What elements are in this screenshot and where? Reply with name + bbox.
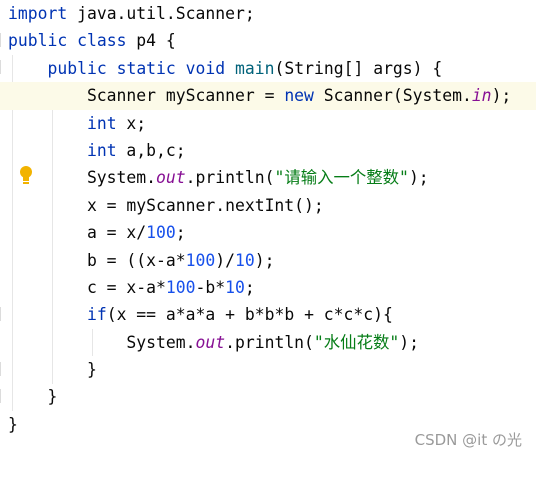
watermark: CSDN @it の光 — [414, 431, 522, 449]
string-token: "请输入一个整数" — [274, 168, 409, 188]
code-token: a = x/ — [8, 223, 147, 243]
string-token: "水仙花数" — [313, 332, 400, 352]
code-line-4[interactable]: Scanner myScanner = new Scanner(System.i… — [0, 82, 536, 185]
code-token: ); — [399, 332, 419, 352]
code-token: (String[] args) { — [274, 58, 443, 78]
code-token: p4 { — [126, 31, 176, 51]
number-token: 10 — [234, 250, 255, 270]
code-token: (x == a*a*a + b*b*b + c*c*c){ — [106, 305, 393, 325]
field-token: out — [156, 168, 186, 188]
code-line-11[interactable]: c = x-a*100-b*10; — [0, 274, 536, 301]
code-line-12[interactable]: if(x == a*a*a + b*b*b + c*c*c){ — [0, 301, 536, 328]
number-token: 10 — [225, 277, 245, 297]
number-token: 100 — [185, 250, 216, 270]
keyword-token: static — [116, 58, 176, 78]
keyword-token: import — [8, 4, 68, 23]
number-token: 100 — [165, 277, 196, 297]
code-line-5[interactable]: int x; — [0, 110, 536, 137]
code-token: Scanner(System. — [313, 86, 472, 106]
code-line-8[interactable]: x = myScanner.nextInt(); — [0, 192, 536, 219]
code-line-9[interactable]: a = x/100; — [0, 219, 536, 246]
code-token: ); — [254, 250, 275, 270]
field-token: in — [471, 86, 492, 106]
keyword-token: int — [86, 140, 117, 160]
keyword-token: class — [77, 31, 127, 51]
number-token: 100 — [146, 223, 176, 243]
code-line-15[interactable]: } — [0, 383, 536, 410]
code-line-1[interactable]: import java.util.Scanner; — [0, 0, 536, 27]
field-token: out — [195, 332, 226, 352]
method-token: main — [235, 58, 275, 78]
code-token: ); — [408, 168, 429, 188]
keyword-token: public — [8, 31, 68, 51]
code-token: x = myScanner.nextInt(); — [8, 195, 324, 215]
code-token: -b* — [195, 277, 226, 297]
code-token: } — [8, 387, 58, 407]
code-token: Scanner myScanner = — [8, 86, 285, 106]
code-token: a,b,c; — [116, 140, 186, 160]
code-token: java.util.Scanner; — [67, 4, 255, 23]
code-token: } — [8, 414, 18, 434]
code-line-6[interactable]: int a,b,c; — [0, 137, 536, 164]
code-lines: import java.util.Scanner; public class p… — [0, 0, 536, 438]
code-line-3[interactable]: public static void main(String[] args) { — [0, 55, 536, 82]
code-editor[interactable]: import java.util.Scanner; public class p… — [0, 0, 536, 459]
code-line-13[interactable]: System.out.println("水仙花数"); — [0, 329, 536, 356]
code-token: .println( — [185, 168, 275, 188]
keyword-token: if — [86, 305, 107, 325]
code-line-10[interactable]: b = ((x-a*100)/10); — [0, 247, 536, 274]
code-token: ; — [175, 223, 186, 243]
keyword-token: new — [284, 86, 314, 106]
code-token: } — [8, 360, 97, 380]
code-token: b = ((x-a* — [8, 250, 186, 270]
code-token: System. — [8, 168, 157, 188]
code-token: .println( — [225, 332, 314, 352]
code-token: x; — [116, 113, 147, 133]
keyword-token: public — [47, 58, 107, 78]
code-token: c = x-a* — [8, 277, 166, 297]
code-token: ); — [491, 86, 512, 106]
keyword-token: int — [86, 113, 117, 133]
keyword-token: void — [185, 58, 226, 78]
code-token: System. — [8, 332, 196, 352]
code-token: )/ — [215, 250, 235, 270]
code-line-7[interactable]: System.out.println("请输入一个整数"); — [0, 164, 536, 191]
code-token: ; — [244, 277, 255, 297]
code-line-2[interactable]: public class p4 { — [0, 27, 536, 54]
code-line-14[interactable]: } — [0, 356, 536, 383]
